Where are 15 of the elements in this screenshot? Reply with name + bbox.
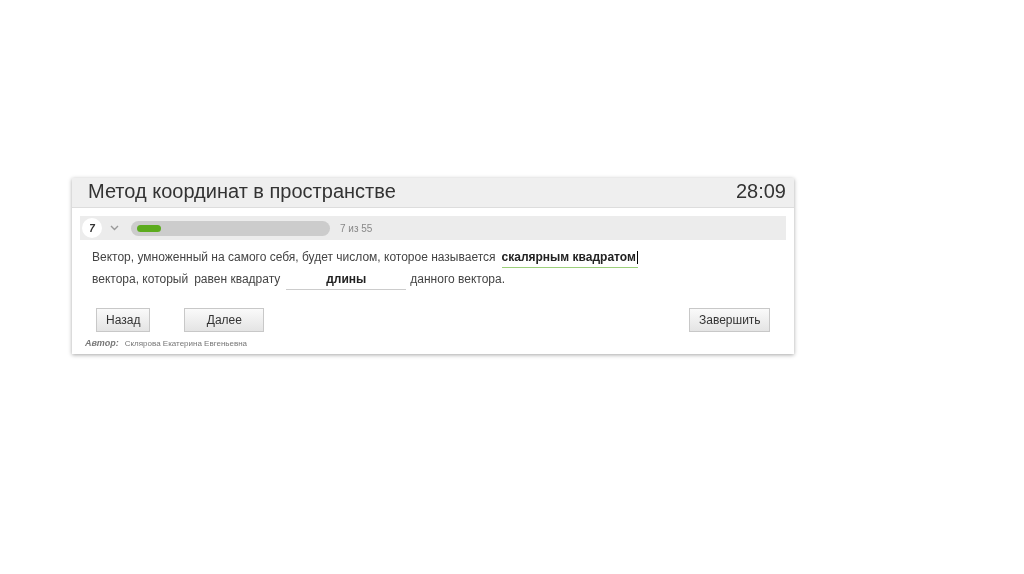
question-counter: 7 из 55 <box>340 222 373 234</box>
back-button[interactable]: Назад <box>96 308 151 332</box>
finish-button[interactable]: Завершить <box>689 308 770 332</box>
next-button[interactable]: Далее <box>184 308 265 332</box>
author-name: Склярова Екатерина Евгеньевна <box>124 339 248 348</box>
author-label: Автор: <box>85 338 119 348</box>
fill-in-field[interactable]: скалярным квадратом <box>501 248 638 268</box>
question-text: данного вектора. <box>410 272 506 286</box>
chevron-down-icon <box>110 225 119 231</box>
test-title: Метод координат в пространстве <box>88 180 396 203</box>
question-text: равен квадрату <box>194 272 281 286</box>
question-text: Вектор, умноженный на самого себя, будет числом, которое называется <box>92 250 496 264</box>
fill-in-field[interactable]: длины <box>286 270 407 290</box>
question-text: вектора, который <box>92 272 189 286</box>
timer: 28:09 <box>735 180 786 203</box>
